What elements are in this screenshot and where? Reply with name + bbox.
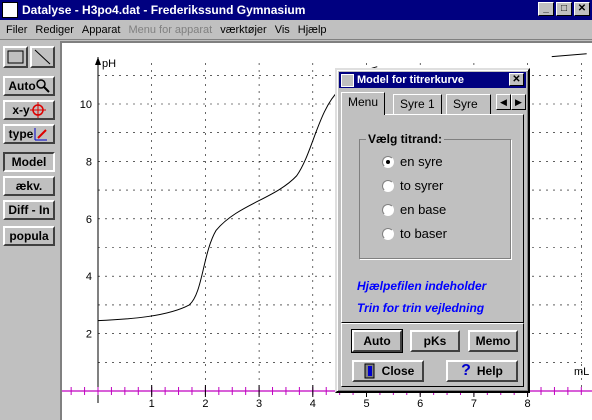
y-axis-arrow-icon [95,57,101,65]
group-title: Vælg titrand: [366,132,444,146]
dialog-tabs: Menu Syre 1 Syre 2 ◀ ▶ [341,92,526,115]
x-tick-label: 6 [417,398,423,410]
help-text-line-2[interactable]: Trin for trin vejledning [357,301,484,315]
close-button[interactable]: ✕ [574,2,590,16]
radio-button-icon [382,227,394,240]
radio-button-icon [382,203,394,216]
x-tick-label: 7 [471,398,477,410]
radio-label: to baser [400,226,447,241]
door-icon [364,363,375,379]
rectangle-icon [7,50,24,64]
auto-model-button[interactable]: Auto [351,329,403,353]
dialog-title: Model for titrerkurve [357,74,464,86]
x-axis-label: mL [574,366,589,378]
tab-scroll-left-icon[interactable]: ◀ [496,94,511,110]
menu-bar: Filer Rediger Apparat Menu for apparat v… [0,20,592,40]
y-tick-label: 10 [80,99,92,111]
x-tick-label: 8 [525,398,531,410]
tab-scroll-right-icon[interactable]: ▶ [511,94,526,110]
radio-button-icon [382,179,394,192]
radio-to-syrer[interactable]: to syrer [382,178,443,193]
close-dialog-button[interactable]: Close [352,360,424,382]
y-axis-label: pH [102,58,116,70]
model-button[interactable]: Model [3,152,55,172]
tab-syre-1[interactable]: Syre 1 [393,94,442,114]
radio-label: en base [400,202,447,217]
x-tick-label: 1 [149,398,155,410]
type-button[interactable]: type [3,124,55,144]
line-icon [34,49,51,65]
popula-button[interactable]: popula [3,226,55,246]
menu-apparat[interactable]: Apparat [82,24,121,36]
help-question-icon: ? [461,362,471,379]
y-tick-label: 8 [86,156,92,168]
titrand-group: Vælg titrand: en syre to syrer en base t… [359,132,511,259]
help-button[interactable]: ? Help [446,360,518,382]
line-tool-button[interactable] [30,46,55,68]
help-label: Help [476,364,503,378]
tab-syre-2[interactable]: Syre 2 [446,94,491,114]
app-icon [2,2,18,18]
menu-vis[interactable]: Vis [275,24,290,36]
x-tick-label: 5 [363,398,369,410]
menu-vaerktojer[interactable]: værktøjer [220,24,266,36]
radio-label: to syrer [400,178,444,193]
y-tick-label: 4 [86,271,92,283]
crosshair-icon [29,102,46,118]
xy-label: x-y [12,103,30,117]
x-tick-label: 4 [310,398,316,410]
model-dialog: Model for titrerkurve ✕ Menu Syre 1 Syre… [335,68,530,393]
titration-curve-tail [551,53,587,58]
xy-button[interactable]: x-y [3,100,55,120]
radio-en-base[interactable]: en base [382,202,446,217]
tab-menu[interactable]: Menu [341,92,386,115]
menu-menu-for-apparat[interactable]: Menu for apparat [128,24,212,36]
y-tick-label: 2 [86,329,92,341]
auto-label: Auto [8,79,36,93]
y-tick-label: 6 [86,214,92,226]
x-tick-label: 3 [256,398,262,410]
radio-label: en syre [400,154,443,169]
window-title: Datalyse - H3po4.dat - Frederikssund Gym… [22,3,306,17]
diff-in-button[interactable]: Diff - In [3,200,55,220]
minimize-button[interactable]: _ [538,2,554,16]
close-label: Close [381,364,415,378]
menu-rediger[interactable]: Rediger [35,24,74,36]
menu-filer[interactable]: Filer [6,24,27,36]
left-toolbar: Auto x-y type Model ækv. Diff - In popul… [0,41,58,420]
title-bar: Datalyse - H3po4.dat - Frederikssund Gym… [0,0,592,20]
pencil-chart-icon [34,128,48,141]
help-text-line-1[interactable]: Hjælpefilen indeholder [357,279,486,293]
dialog-app-icon [341,73,354,87]
menu-tab-panel: Vælg titrand: en syre to syrer en base t… [341,114,524,323]
radio-button-icon [382,155,394,168]
radio-to-baser[interactable]: to baser [382,226,447,241]
memo-button[interactable]: Memo [468,330,518,352]
pks-button[interactable]: pKs [410,330,460,352]
auto-zoom-button[interactable]: Auto [3,76,55,96]
menu-hjaelp[interactable]: Hjælp [298,24,327,36]
type-label: type [8,127,34,141]
dialog-button-area: Auto pKs Memo Close ? Help [341,323,524,387]
dialog-title-bar: Model for titrerkurve ✕ [339,72,526,88]
dialog-close-icon[interactable]: ✕ [509,73,524,86]
rectangle-tool-button[interactable] [3,46,28,68]
x-tick-label: 2 [202,398,208,410]
maximize-button[interactable]: □ [556,2,572,16]
magnifier-icon [35,79,50,93]
app-window: Datalyse - H3po4.dat - Frederikssund Gym… [0,0,592,420]
aekv-button[interactable]: ækv. [3,176,55,196]
radio-en-syre[interactable]: en syre [382,154,443,169]
